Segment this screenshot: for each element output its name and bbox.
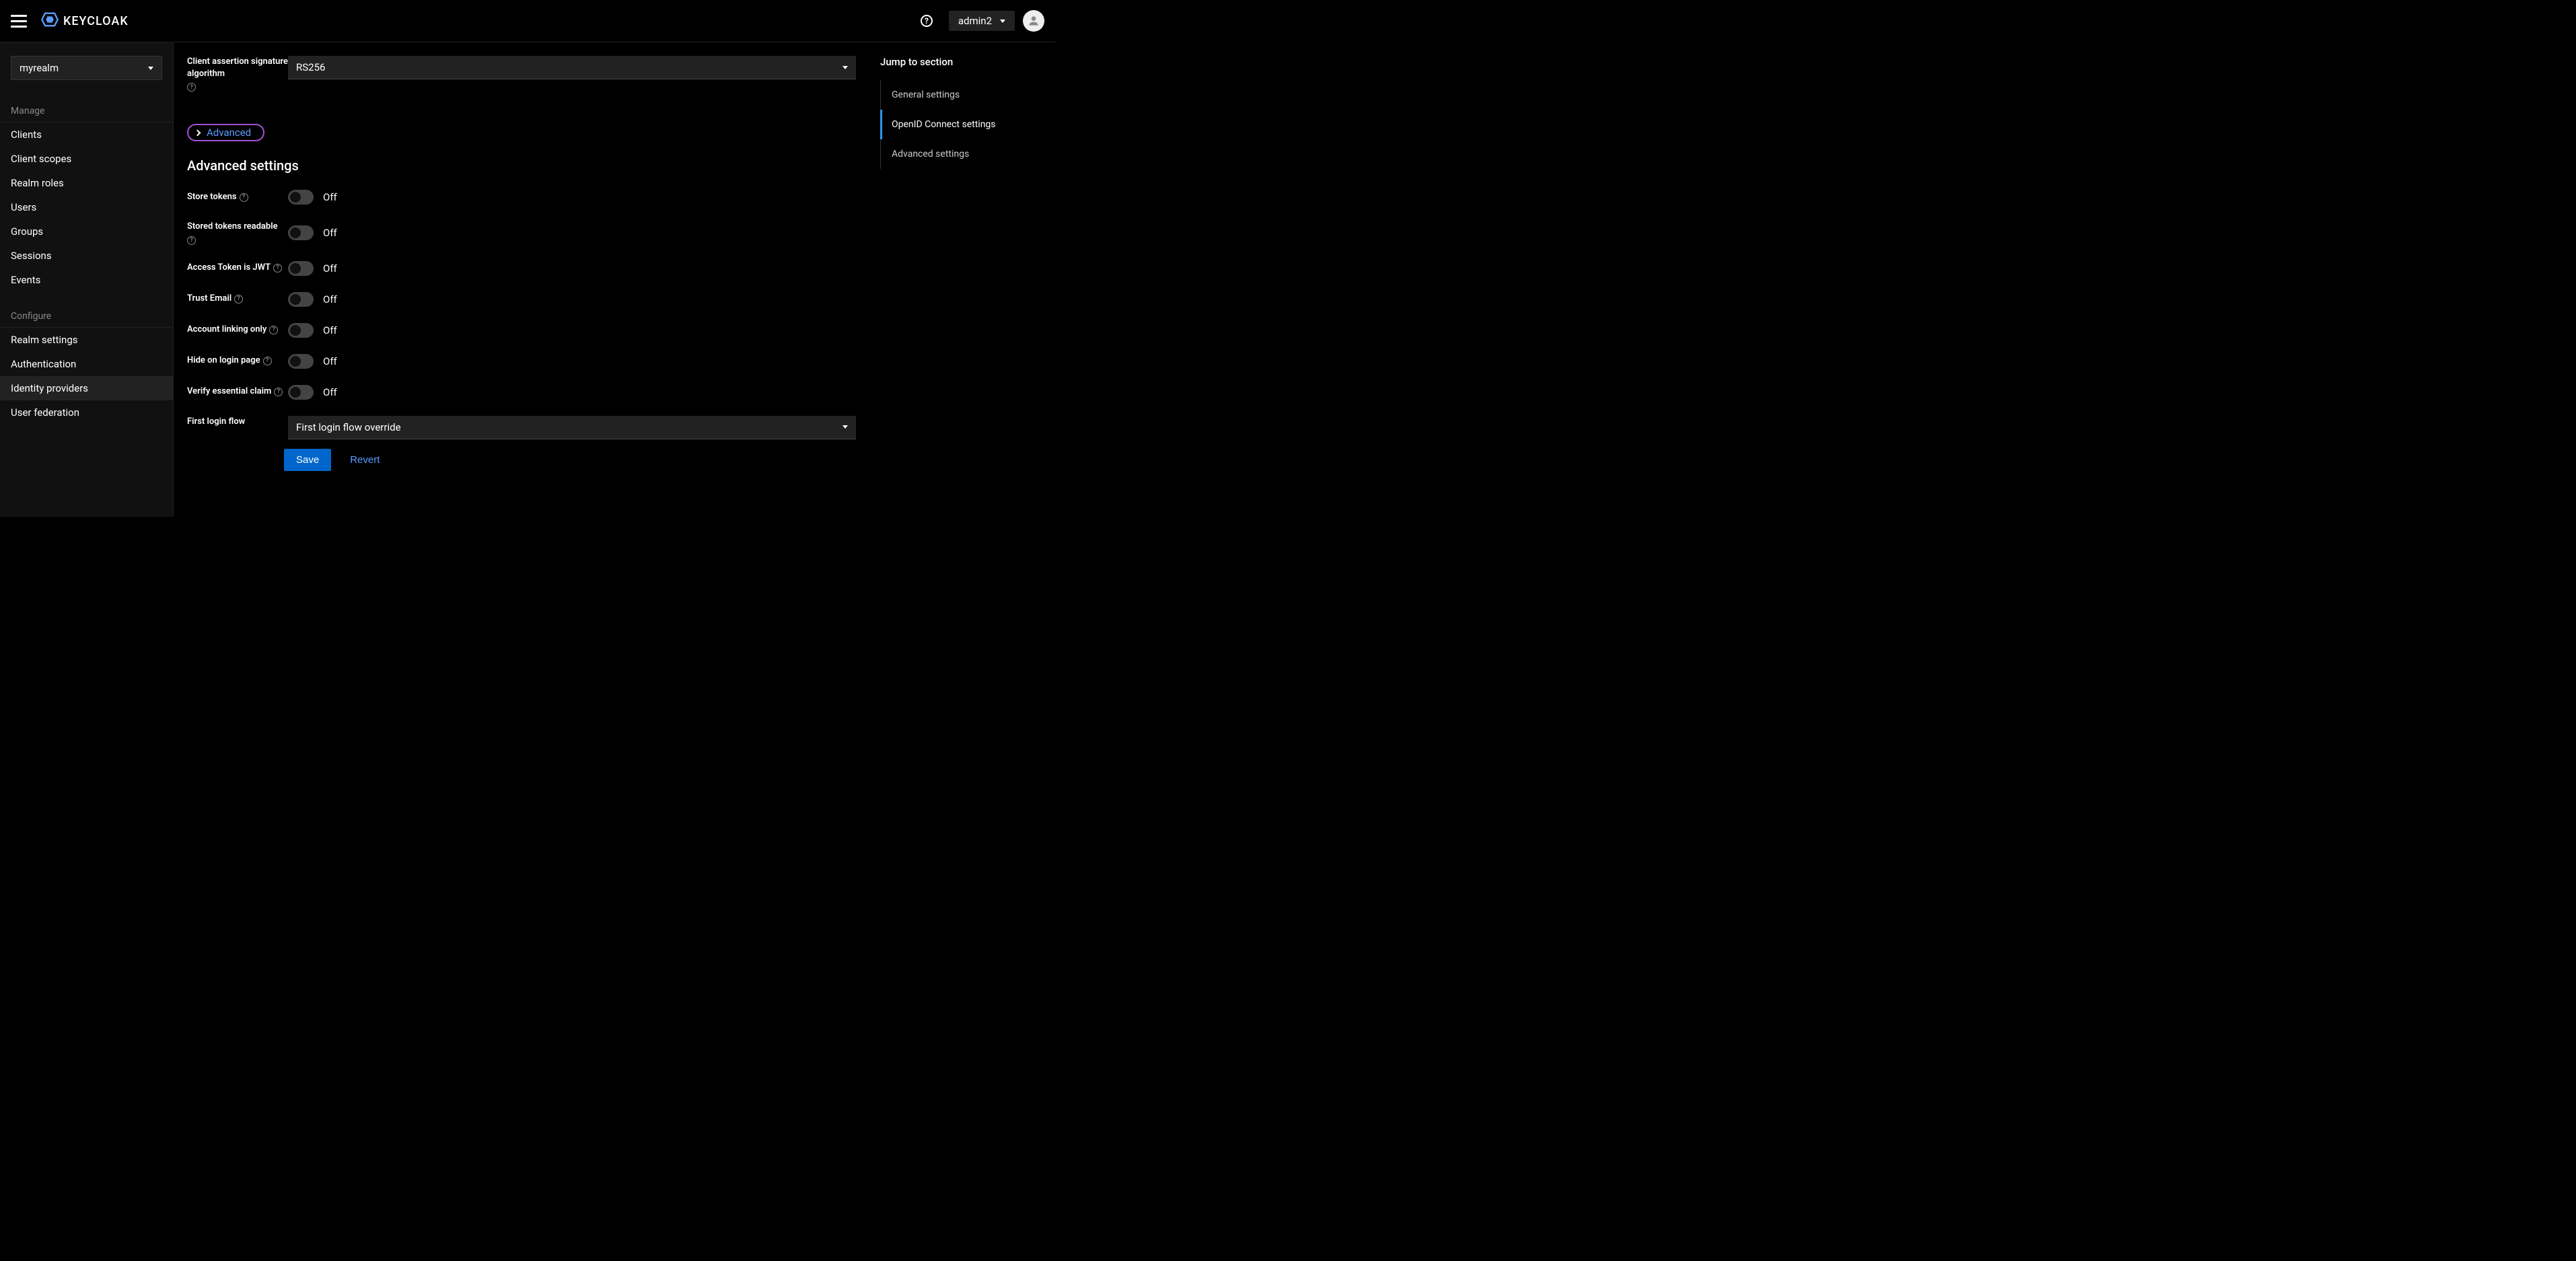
jump-nav-title: Jump to section	[880, 56, 1055, 80]
keycloak-logo-icon	[40, 10, 59, 32]
sidebar-item-user-federation[interactable]: User federation	[0, 400, 173, 425]
client-assertion-sig-alg-label: Client assertion signature algorithm ?	[187, 56, 288, 92]
store-tokens-toggle[interactable]	[288, 190, 314, 205]
help-icon[interactable]: ?	[240, 193, 248, 202]
chevron-right-icon	[194, 129, 201, 136]
realm-selector-value: myrealm	[20, 62, 59, 74]
toggle-state: Off	[323, 324, 337, 336]
stored-tokens-readable-toggle[interactable]	[288, 225, 314, 240]
jump-item-advanced-settings[interactable]: Advanced settings	[880, 139, 1055, 169]
hide-on-login-page-toggle[interactable]	[288, 354, 314, 369]
sidebar-section-configure: Configure	[0, 304, 173, 327]
sidebar-item-sessions[interactable]: Sessions	[0, 244, 173, 268]
sidebar-item-authentication[interactable]: Authentication	[0, 352, 173, 376]
sidebar-item-realm-settings[interactable]: Realm settings	[0, 328, 173, 352]
client-assertion-sig-alg-select[interactable]: RS256	[288, 56, 856, 79]
avatar[interactable]	[1023, 10, 1044, 32]
toggle-state: Off	[323, 293, 337, 305]
help-icon[interactable]: ?	[187, 83, 196, 92]
caret-down-icon	[1000, 20, 1005, 23]
brand-logo[interactable]: KEYCLOAK	[40, 10, 129, 32]
select-value: RS256	[296, 61, 325, 73]
action-bar: Save Revert	[187, 439, 856, 480]
help-icon[interactable]: ?	[263, 357, 272, 365]
app-header: KEYCLOAK ? admin2	[0, 0, 1055, 42]
toggle-state: Off	[323, 191, 337, 203]
access-token-is-jwt-label: Access Token is JWT ?	[187, 262, 288, 274]
first-login-flow-select[interactable]: First login flow override	[288, 416, 856, 439]
select-value: First login flow override	[296, 421, 401, 433]
user-dropdown[interactable]: admin2	[949, 11, 1015, 31]
store-tokens-label: Store tokens ?	[187, 191, 288, 203]
jump-to-section-nav: Jump to section General settings OpenID …	[880, 42, 1055, 517]
verify-essential-claim-toggle[interactable]	[288, 385, 314, 400]
sidebar-item-client-scopes[interactable]: Client scopes	[0, 147, 173, 171]
toggle-state: Off	[323, 355, 337, 367]
sidebar-item-groups[interactable]: Groups	[0, 219, 173, 244]
brand-text: KEYCLOAK	[63, 14, 129, 28]
user-dropdown-label: admin2	[958, 15, 992, 27]
first-login-flow-label: First login flow	[187, 416, 288, 428]
stored-tokens-readable-label: Stored tokens readable ?	[187, 221, 288, 244]
caret-down-icon	[148, 67, 153, 70]
hide-on-login-page-label: Hide on login page ?	[187, 355, 288, 367]
main-content: Client assertion signature algorithm ? R…	[174, 42, 1055, 517]
help-icon[interactable]: ?	[234, 295, 243, 303]
sidebar-item-users[interactable]: Users	[0, 195, 173, 219]
account-linking-only-label: Account linking only ?	[187, 324, 288, 336]
jump-item-general-settings[interactable]: General settings	[880, 80, 1055, 110]
trust-email-label: Trust Email ?	[187, 293, 288, 305]
access-token-is-jwt-toggle[interactable]	[288, 261, 314, 276]
sidebar-section-manage: Manage	[0, 99, 173, 122]
caret-down-icon	[843, 66, 848, 69]
verify-essential-claim-label: Verify essential claim ?	[187, 386, 288, 398]
toggle-state: Off	[323, 386, 337, 398]
help-icon[interactable]: ?	[269, 326, 278, 334]
revert-button[interactable]: Revert	[338, 449, 392, 471]
sidebar-item-realm-roles[interactable]: Realm roles	[0, 171, 173, 195]
user-icon	[1027, 14, 1040, 28]
sidebar-item-events[interactable]: Events	[0, 268, 173, 292]
help-icon[interactable]: ?	[274, 388, 283, 396]
sidebar: myrealm Manage Clients Client scopes Rea…	[0, 42, 174, 517]
toggle-state: Off	[323, 227, 337, 239]
trust-email-toggle[interactable]	[288, 292, 314, 307]
realm-selector[interactable]: myrealm	[11, 56, 162, 80]
caret-down-icon	[843, 425, 848, 429]
sidebar-item-identity-providers[interactable]: Identity providers	[0, 376, 173, 400]
toggle-state: Off	[323, 262, 337, 275]
help-icon[interactable]: ?	[273, 264, 282, 273]
help-icon[interactable]: ?	[187, 236, 196, 245]
hamburger-menu-icon[interactable]	[11, 13, 27, 29]
sidebar-item-clients[interactable]: Clients	[0, 122, 173, 147]
jump-item-openid-connect-settings[interactable]: OpenID Connect settings	[880, 110, 1055, 139]
advanced-expand-label: Advanced	[207, 127, 251, 139]
help-icon[interactable]: ?	[921, 15, 933, 27]
account-linking-only-toggle[interactable]	[288, 323, 314, 338]
save-button[interactable]: Save	[284, 449, 331, 471]
advanced-settings-heading: Advanced settings	[187, 157, 856, 174]
advanced-expand-link[interactable]: Advanced	[187, 124, 264, 141]
